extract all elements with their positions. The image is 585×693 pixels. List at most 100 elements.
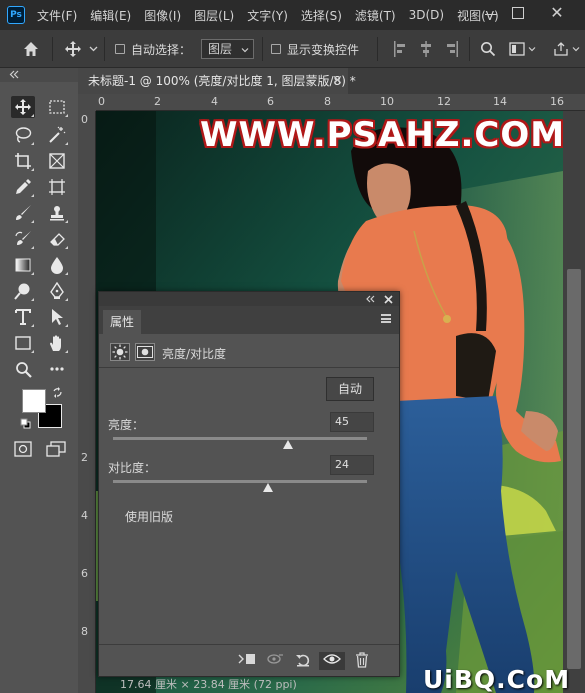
crop-tool-button[interactable] [11, 150, 35, 172]
brightness-slider-track[interactable] [113, 437, 367, 440]
toggle-visibility-button[interactable] [319, 652, 345, 670]
separator [377, 37, 378, 61]
show-transform-checkbox[interactable] [271, 44, 281, 54]
close-panel-icon[interactable] [384, 295, 393, 304]
tool-corner [65, 324, 68, 327]
clip-layer-icon [238, 654, 255, 664]
align-center-icon[interactable] [419, 41, 433, 57]
chevron-down-icon[interactable] [89, 44, 98, 53]
dodge-tool-button[interactable] [11, 280, 35, 302]
tab-properties[interactable]: 属性 [103, 310, 141, 334]
gradient-icon [15, 258, 31, 272]
content-aware-tool-button[interactable] [45, 176, 69, 198]
tool-corner [65, 142, 68, 145]
move-tool-icon[interactable] [64, 40, 82, 58]
menu-image[interactable]: 图像(I) [144, 7, 181, 24]
pen-tool-button[interactable] [45, 280, 69, 302]
auto-select-checkbox[interactable] [115, 44, 125, 54]
menu-layer[interactable]: 图层(L) [194, 7, 234, 24]
scrollbar-thumb[interactable] [567, 269, 581, 669]
share-icon[interactable] [553, 41, 569, 57]
hand-tool-button[interactable] [45, 332, 69, 354]
brightness-label: 亮度： [108, 418, 145, 432]
history-brush-tool-button[interactable] [11, 228, 35, 250]
chevron-down-icon[interactable] [572, 45, 580, 53]
collapse-arrows-icon[interactable] [9, 70, 19, 79]
path-select-tool-button[interactable] [45, 306, 69, 328]
history-brush-icon [15, 231, 31, 245]
view-previous-button[interactable] [265, 652, 285, 670]
contrast-slider-track[interactable] [113, 480, 367, 483]
layer-mask-button[interactable] [135, 343, 155, 361]
menu-file[interactable]: 文件(F) [37, 7, 77, 24]
swap-colors-icon[interactable] [52, 387, 63, 398]
reset-button[interactable] [293, 652, 313, 670]
stamp-tool-button[interactable] [45, 202, 69, 224]
eyedropper-tool-button[interactable] [11, 176, 35, 198]
site-logo: UiBQ.CoM [423, 665, 571, 693]
quick-mask-icon[interactable] [14, 441, 32, 457]
chevron-down-icon[interactable] [528, 45, 536, 53]
screen-mode-icon[interactable] [46, 441, 66, 457]
zoom-tool-button[interactable] [11, 358, 35, 380]
ruler-label: 4 [81, 509, 88, 522]
contrast-slider-thumb[interactable] [262, 483, 273, 492]
gradient-tool-button[interactable] [11, 254, 35, 276]
adjustment-layer-button[interactable] [110, 343, 130, 361]
tool-corner [31, 142, 34, 145]
brightness-input[interactable]: 45 [330, 412, 374, 432]
reset-icon [296, 654, 310, 667]
panel-menu-icon[interactable] [381, 314, 391, 323]
status-bar: 17.64 厘米 × 23.84 厘米 (72 ppi) [120, 678, 297, 691]
menu-filter[interactable]: 滤镜(T) [355, 7, 396, 24]
tool-corner [65, 246, 68, 249]
more-tools-button[interactable] [45, 358, 69, 380]
menu-3d[interactable]: 3D(D) [409, 8, 444, 22]
align-right-icon[interactable] [445, 41, 459, 57]
magic-wand-tool-button[interactable] [45, 124, 69, 146]
lasso-tool-button[interactable] [11, 124, 35, 146]
ruler-label: 16 [550, 95, 564, 108]
minimize-button[interactable] [484, 7, 498, 21]
type-tool-button[interactable] [11, 306, 35, 328]
default-colors-icon[interactable] [20, 418, 31, 429]
auto-select-dropdown[interactable]: 图层 [201, 39, 254, 59]
rectangle-icon [15, 336, 31, 350]
marquee-tool-button[interactable] [45, 96, 69, 118]
brush-tool-button[interactable] [11, 202, 35, 224]
close-tab-icon[interactable]: × [332, 68, 343, 94]
menu-type[interactable]: 文字(Y) [247, 7, 288, 24]
ruler-corner [78, 94, 96, 111]
home-icon[interactable] [22, 40, 40, 58]
align-left-icon[interactable] [393, 41, 407, 57]
menu-select[interactable]: 选择(S) [301, 7, 342, 24]
maximize-button[interactable] [512, 7, 524, 19]
eraser-tool-button[interactable] [45, 228, 69, 250]
document-tab[interactable]: 未标题-1 @ 100% (亮度/对比度 1, 图层蒙版/8) * × [78, 68, 356, 94]
tool-corner [31, 194, 34, 197]
panel-header-strip [99, 292, 399, 306]
collapse-arrows-icon[interactable] [365, 295, 375, 303]
search-icon[interactable] [480, 41, 496, 57]
close-window-button[interactable]: ✕ [548, 4, 566, 22]
shape-tool-button[interactable] [11, 332, 35, 354]
contrast-label: 对比度： [108, 461, 157, 475]
frame-tool-button[interactable] [45, 150, 69, 172]
move-tool-icon [15, 99, 31, 115]
foreground-color-swatch[interactable] [22, 389, 46, 413]
ruler-label: 8 [324, 95, 331, 108]
delete-adjustment-button[interactable] [352, 652, 372, 670]
frame-icon [49, 153, 65, 169]
workspace-icon[interactable] [509, 42, 525, 56]
eraser-icon [50, 233, 65, 246]
brightness-slider-thumb[interactable] [283, 440, 294, 449]
move-tool-button[interactable] [11, 96, 35, 118]
blur-tool-button[interactable] [45, 254, 69, 276]
contrast-input[interactable]: 24 [330, 455, 374, 475]
vertical-scrollbar[interactable] [563, 111, 585, 693]
ruler-label: 6 [81, 567, 88, 580]
clip-to-layer-button[interactable] [237, 652, 257, 670]
tool-corner [31, 324, 34, 327]
auto-button[interactable]: 自动 [326, 377, 374, 401]
menu-edit[interactable]: 编辑(E) [90, 7, 131, 24]
